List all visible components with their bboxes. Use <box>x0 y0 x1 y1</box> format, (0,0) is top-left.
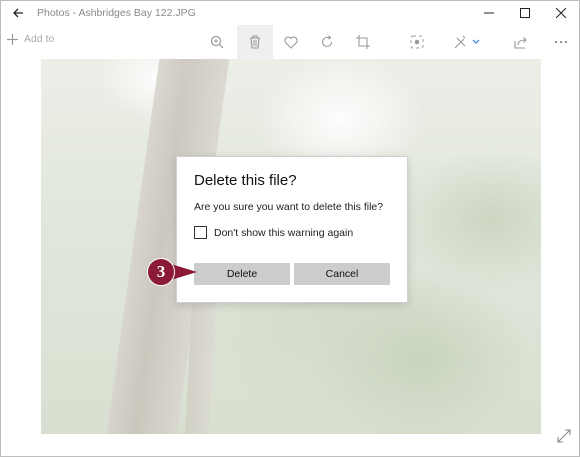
share-icon <box>514 36 527 49</box>
checkbox-box[interactable] <box>194 226 207 239</box>
add-to-label: Add to <box>24 33 55 45</box>
enhance-button[interactable] <box>399 25 435 59</box>
callout-number: 3 <box>147 258 175 286</box>
minimize-button[interactable] <box>471 1 507 25</box>
heart-icon <box>284 36 298 49</box>
toolbar: Add to <box>1 25 579 59</box>
step-callout: 3 <box>147 258 207 286</box>
enhance-icon <box>410 35 424 49</box>
window-title: Photos - Ashbridges Bay 122.JPG <box>37 7 196 19</box>
delete-confirm-dialog: Delete this file? Are you sure you want … <box>176 156 408 303</box>
crop-icon <box>356 35 370 49</box>
expand-icon <box>557 429 571 443</box>
add-to-button[interactable]: Add to <box>7 33 54 45</box>
maximize-icon <box>520 8 530 18</box>
favorite-button[interactable] <box>273 25 309 59</box>
back-button[interactable] <box>1 1 35 25</box>
title-bar: Photos - Ashbridges Bay 122.JPG <box>1 1 579 25</box>
trash-icon <box>250 35 260 49</box>
delete-button[interactable]: Delete <box>194 263 290 285</box>
minimize-icon <box>484 12 494 14</box>
zoom-icon <box>210 35 224 49</box>
chevron-down-icon <box>472 39 480 44</box>
more-icon <box>554 40 568 44</box>
photos-app-window: Photos - Ashbridges Bay 122.JPG Add to D… <box>0 0 580 457</box>
plus-icon <box>7 33 18 45</box>
edit-icon <box>454 35 466 49</box>
crop-button[interactable] <box>345 25 381 59</box>
fullscreen-button[interactable] <box>557 429 571 448</box>
back-arrow-icon <box>13 8 23 18</box>
rotate-button[interactable] <box>309 25 345 59</box>
zoom-button[interactable] <box>199 25 235 59</box>
rotate-icon <box>321 35 333 48</box>
edit-button[interactable] <box>449 25 485 59</box>
delete-toolbar-button[interactable] <box>237 25 273 59</box>
close-icon <box>556 8 566 18</box>
dialog-title: Delete this file? <box>194 172 297 189</box>
more-button[interactable] <box>543 25 579 59</box>
close-button[interactable] <box>543 1 579 25</box>
checkbox-label: Don't show this warning again <box>214 226 354 239</box>
dialog-message: Are you sure you want to delete this fil… <box>194 201 384 213</box>
dont-show-again-checkbox[interactable]: Don't show this warning again <box>194 226 353 239</box>
cancel-button[interactable]: Cancel <box>294 263 390 285</box>
maximize-button[interactable] <box>507 1 543 25</box>
share-button[interactable] <box>503 25 539 59</box>
window-controls <box>471 1 579 25</box>
